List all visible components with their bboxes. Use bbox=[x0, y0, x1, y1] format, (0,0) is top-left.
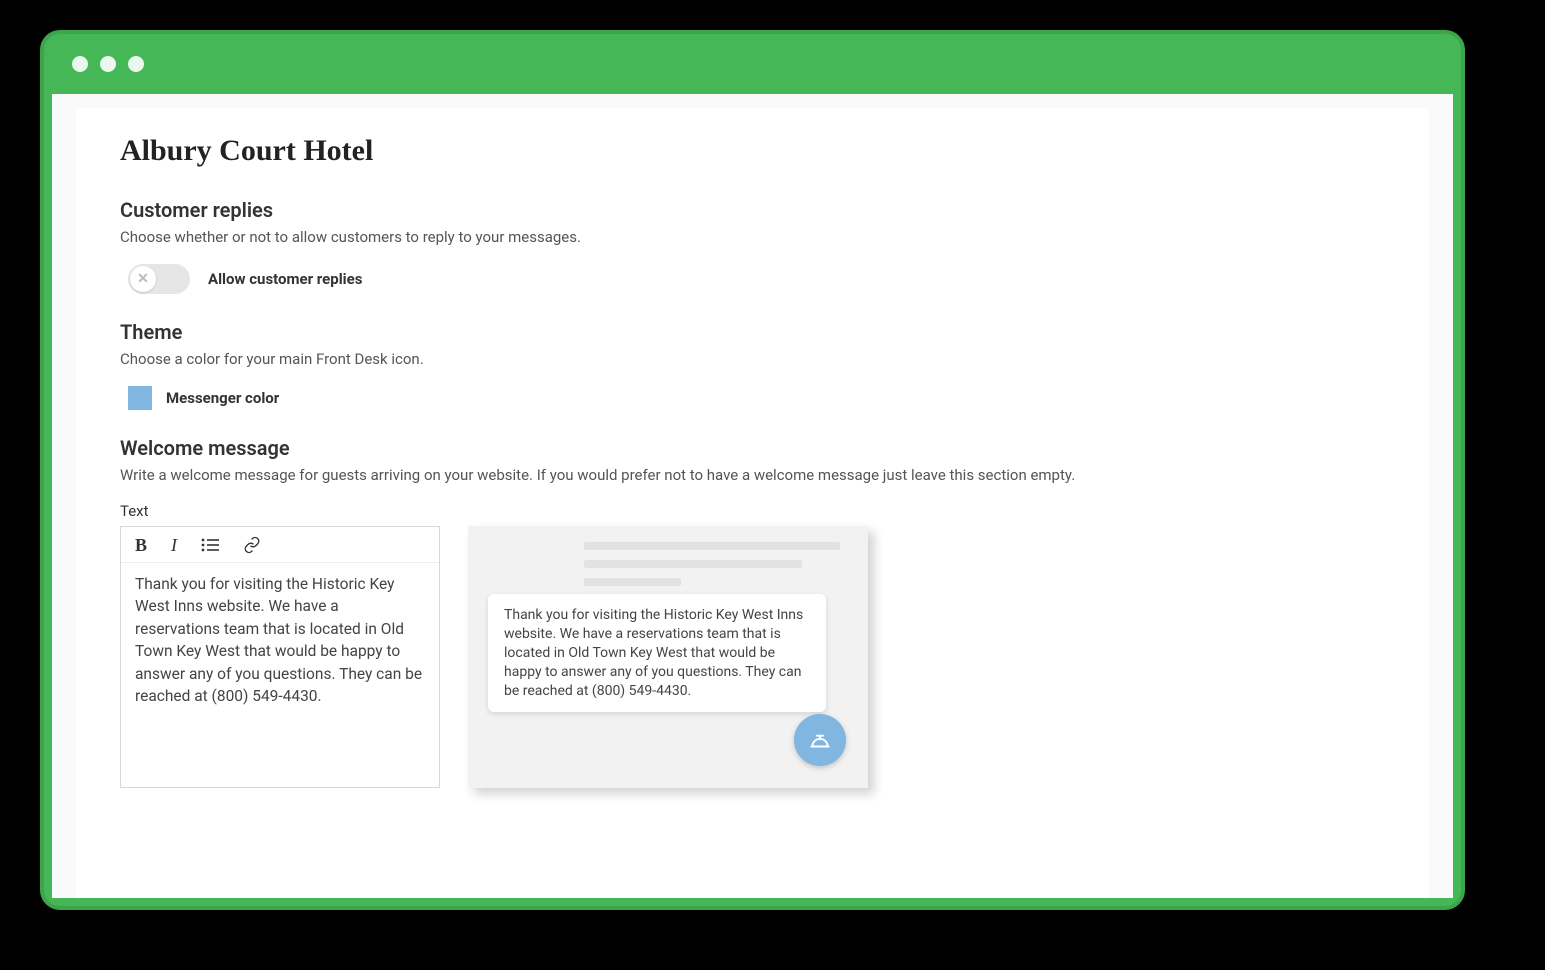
section-customer-replies: Customer replies Choose whether or not t… bbox=[120, 198, 1385, 294]
welcome-text-editor: B I bbox=[120, 526, 440, 788]
customer-replies-heading: Customer replies bbox=[120, 198, 1385, 222]
window-maximize-icon[interactable] bbox=[128, 56, 144, 72]
theme-heading: Theme bbox=[120, 320, 1385, 344]
page-title: Albury Court Hotel bbox=[120, 134, 1385, 168]
theme-description: Choose a color for your main Front Desk … bbox=[120, 350, 1385, 368]
section-theme: Theme Choose a color for your main Front… bbox=[120, 320, 1385, 410]
bullet-list-button[interactable] bbox=[201, 538, 219, 552]
allow-replies-toggle[interactable]: ✕ bbox=[128, 264, 190, 294]
bell-icon bbox=[807, 727, 833, 753]
messenger-color-swatch[interactable] bbox=[128, 386, 152, 410]
page-content: Albury Court Hotel Customer replies Choo… bbox=[76, 108, 1429, 898]
list-icon bbox=[201, 538, 219, 552]
welcome-text-input[interactable]: Thank you for visiting the Historic Key … bbox=[121, 563, 439, 787]
section-welcome-message: Welcome message Write a welcome message … bbox=[120, 436, 1385, 788]
browser-frame: Albury Court Hotel Customer replies Choo… bbox=[40, 30, 1465, 910]
window-close-icon[interactable] bbox=[72, 56, 88, 72]
customer-replies-description: Choose whether or not to allow customers… bbox=[120, 228, 1385, 246]
preview-message-bubble: Thank you for visiting the Historic Key … bbox=[488, 594, 826, 712]
preview-skeleton bbox=[584, 542, 840, 586]
toggle-row: ✕ Allow customer replies bbox=[128, 264, 1385, 294]
viewport: Albury Court Hotel Customer replies Choo… bbox=[52, 94, 1453, 898]
italic-button[interactable]: I bbox=[171, 536, 177, 554]
welcome-description: Write a welcome message for guests arriv… bbox=[120, 466, 1385, 484]
editor-toolbar: B I bbox=[121, 527, 439, 563]
welcome-text-label: Text bbox=[120, 502, 1385, 520]
bold-button[interactable]: B bbox=[135, 536, 147, 554]
editor-row: B I bbox=[120, 526, 1385, 788]
messenger-color-label: Messenger color bbox=[166, 389, 279, 407]
skeleton-line bbox=[584, 560, 802, 568]
color-row: Messenger color bbox=[128, 386, 1385, 410]
allow-replies-label: Allow customer replies bbox=[208, 270, 362, 288]
welcome-preview-panel: Thank you for visiting the Historic Key … bbox=[468, 526, 868, 788]
link-button[interactable] bbox=[243, 536, 261, 554]
window-titlebar bbox=[44, 34, 1461, 94]
close-icon: ✕ bbox=[130, 266, 156, 292]
skeleton-line bbox=[584, 542, 840, 550]
link-icon bbox=[243, 536, 261, 554]
welcome-heading: Welcome message bbox=[120, 436, 1385, 460]
front-desk-launcher-button[interactable] bbox=[794, 714, 846, 766]
window-minimize-icon[interactable] bbox=[100, 56, 116, 72]
skeleton-line bbox=[584, 578, 681, 586]
